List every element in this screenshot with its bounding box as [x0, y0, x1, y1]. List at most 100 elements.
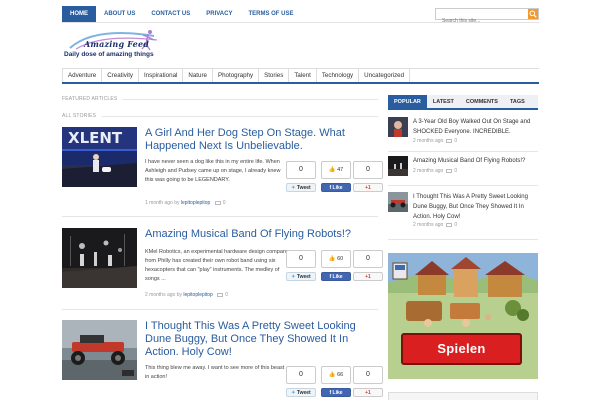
- tweet-button[interactable]: ✦ Tweet: [286, 388, 316, 397]
- top-nav-home[interactable]: HOME: [62, 6, 96, 22]
- plus-one-button[interactable]: +1: [353, 272, 383, 281]
- like-count: 👍 66: [321, 366, 351, 384]
- sidebar-bottom-widget: [388, 392, 538, 400]
- comment-count[interactable]: 0: [223, 200, 226, 206]
- bird-icon: ✦: [291, 390, 296, 396]
- search-box: [435, 8, 539, 26]
- popular-item: I Thought This Was A Pretty Sweet Lookin…: [388, 192, 538, 232]
- top-nav-privacy[interactable]: PRIVACY: [198, 6, 240, 22]
- popular-comment-count[interactable]: 0: [454, 168, 457, 174]
- article-thumbnail[interactable]: XLENT: [62, 127, 137, 187]
- facebook-icon: f: [329, 390, 332, 396]
- thumbs-up-icon: 👍: [328, 256, 336, 262]
- comment-icon: [214, 200, 221, 205]
- category-uncategorized[interactable]: Uncategorized: [359, 69, 411, 82]
- like-count: 👍 60: [321, 250, 351, 268]
- article-excerpt: This thing blew me away. I want to see m…: [145, 365, 285, 380]
- article-excerpt: KMel Robotics, an experimental hardware …: [145, 249, 289, 282]
- tweet-share: 0 ✦ Tweet: [286, 250, 316, 281]
- category-nature[interactable]: Nature: [183, 69, 213, 82]
- like-button[interactable]: f Like: [321, 388, 351, 397]
- article-meta: 2 months ago by lepitoplepitop 0: [145, 292, 228, 298]
- like-share: 👍 66 f Like: [321, 366, 351, 397]
- popular-title[interactable]: Amazing Musical Band Of Flying Robots!?: [413, 156, 538, 166]
- like-share: 👍 47 f Like: [321, 161, 351, 192]
- featured-divider: [122, 99, 378, 100]
- like-count: 👍 47: [321, 161, 351, 179]
- plus-count: 0: [353, 250, 383, 268]
- like-share: 👍 60 f Like: [321, 250, 351, 281]
- category-photography[interactable]: Photography: [213, 69, 260, 82]
- article-card: I Thought This Was A Pretty Sweet Lookin…: [62, 320, 383, 400]
- plus-share: 0 +1: [353, 366, 383, 397]
- facebook-icon: f: [329, 274, 332, 280]
- category-stories[interactable]: Stories: [259, 69, 290, 82]
- like-count-value: 60: [337, 256, 344, 262]
- comment-count[interactable]: 0: [225, 292, 228, 298]
- article-title[interactable]: Amazing Musical Band Of Flying Robots!?: [145, 228, 378, 241]
- search-input[interactable]: [436, 16, 524, 26]
- popular-meta: 2 months ago 0: [413, 138, 457, 144]
- header-divider: [62, 22, 539, 23]
- plus-one-button[interactable]: +1: [353, 183, 383, 192]
- popular-divider: [388, 185, 538, 186]
- comment-icon: [446, 168, 453, 173]
- top-nav-contact-us[interactable]: CONTACT US: [143, 6, 198, 22]
- tab-comments[interactable]: COMMENTS: [460, 95, 504, 108]
- article-title[interactable]: I Thought This Was A Pretty Sweet Lookin…: [145, 320, 378, 359]
- category-technology[interactable]: Technology: [317, 69, 360, 82]
- like-button[interactable]: f Like: [321, 272, 351, 281]
- category-talent[interactable]: Talent: [289, 69, 317, 82]
- popular-meta: 2 months ago 0: [413, 222, 457, 228]
- site-logo[interactable]: Amazing Feed Daily dose of amazing thing…: [62, 28, 172, 64]
- spielen-button[interactable]: Spielen: [401, 333, 522, 365]
- thumbs-up-icon: 👍: [328, 372, 336, 378]
- facebook-icon: f: [329, 185, 332, 191]
- article-thumbnail[interactable]: [62, 228, 137, 288]
- article-author-link[interactable]: lepitoplepitop: [181, 200, 210, 206]
- plus-share: 0 +1: [353, 161, 383, 192]
- comment-icon: [446, 222, 453, 227]
- like-label: Like: [332, 274, 343, 280]
- tab-tags[interactable]: TAGS: [504, 95, 531, 108]
- tab-latest[interactable]: LATEST: [427, 95, 460, 108]
- popular-comment-count[interactable]: 0: [454, 138, 457, 144]
- game-advertisement[interactable]: Spielen: [388, 253, 538, 379]
- article-divider: [62, 216, 378, 217]
- thumbs-up-icon: 👍: [328, 167, 336, 173]
- comment-icon: [217, 292, 224, 297]
- top-nav-terms-of-use[interactable]: TERMS OF USE: [240, 6, 301, 22]
- tab-popular[interactable]: POPULAR: [388, 95, 427, 108]
- popular-thumbnail[interactable]: [388, 192, 408, 212]
- popular-thumbnail[interactable]: [388, 117, 408, 137]
- popular-title[interactable]: I Thought This Was A Pretty Sweet Lookin…: [413, 192, 538, 222]
- plus-count: 0: [353, 366, 383, 384]
- search-button[interactable]: [528, 9, 538, 19]
- category-creativity[interactable]: Creativity: [102, 69, 140, 82]
- plus-count: 0: [353, 161, 383, 179]
- category-adventure[interactable]: Adventure: [62, 69, 103, 82]
- like-count-value: 66: [337, 372, 344, 378]
- article-thumbnail[interactable]: [62, 320, 137, 380]
- popular-date: 2 months ago: [413, 138, 444, 144]
- tweet-button[interactable]: ✦ Tweet: [286, 272, 316, 281]
- tweet-label: Tweet: [296, 390, 311, 396]
- bird-icon: ✦: [291, 185, 296, 191]
- article-date: 2 months ago: [145, 292, 176, 298]
- popular-thumbnail[interactable]: [388, 156, 408, 176]
- popular-title[interactable]: A 3-Year Old Boy Walked Out On Stage and…: [413, 117, 538, 137]
- popular-comment-count[interactable]: 0: [454, 222, 457, 228]
- article-title[interactable]: A Girl And Her Dog Step On Stage. What H…: [145, 127, 378, 153]
- article-by: by: [176, 292, 182, 298]
- popular-meta: 2 months ago 0: [413, 168, 457, 174]
- like-label: Like: [332, 390, 343, 396]
- like-button[interactable]: f Like: [321, 183, 351, 192]
- article-card: Amazing Musical Band Of Flying Robots!? …: [62, 228, 383, 306]
- category-inspirational[interactable]: Inspirational: [139, 69, 184, 82]
- plus-one-button[interactable]: +1: [353, 388, 383, 397]
- all-stories-heading: ALL STORIES: [62, 113, 97, 119]
- top-nav-about-us[interactable]: ABOUT US: [96, 6, 143, 22]
- tweet-button[interactable]: ✦ Tweet: [286, 183, 316, 192]
- popular-date: 2 months ago: [413, 222, 444, 228]
- article-author-link[interactable]: lepitoplepitop: [183, 292, 212, 298]
